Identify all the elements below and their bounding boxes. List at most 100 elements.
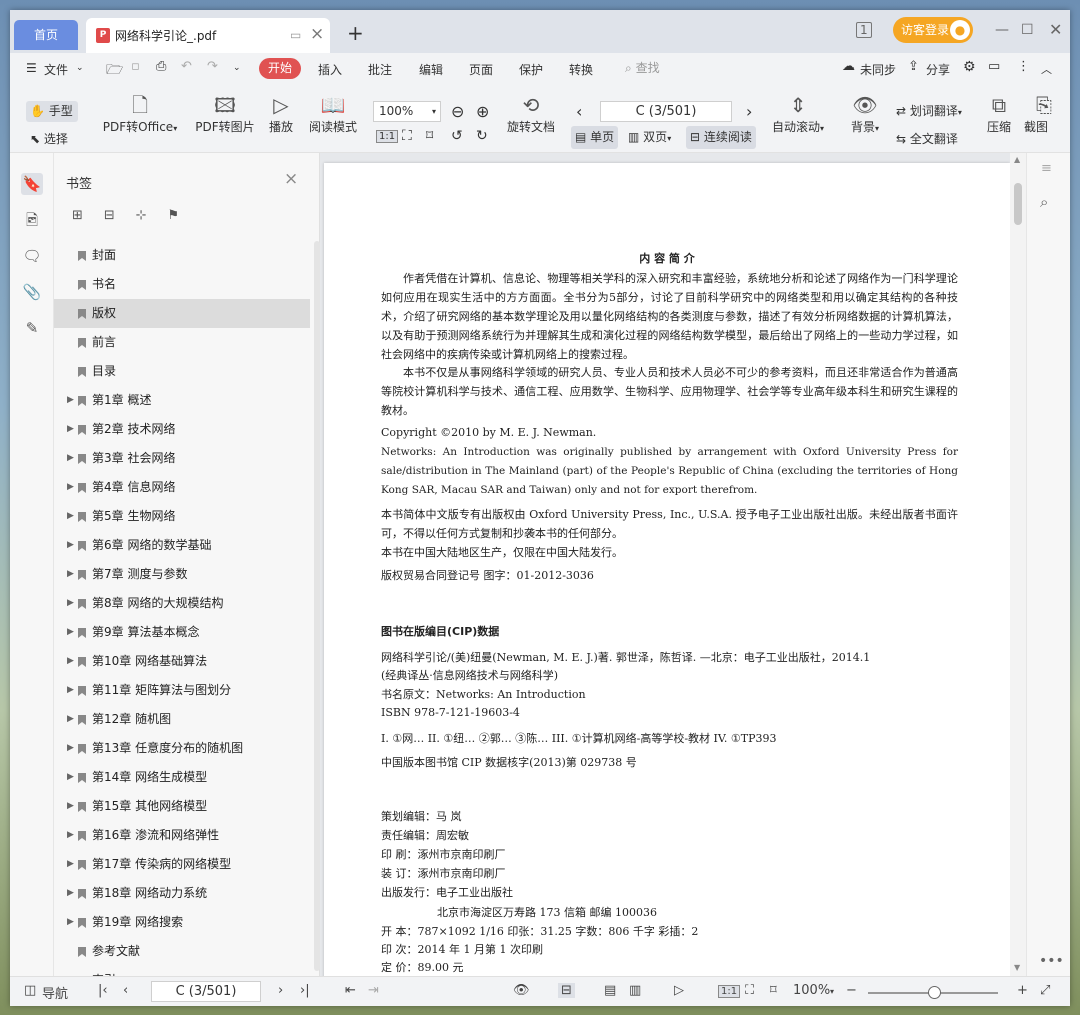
fullscreen-icon[interactable]: ⤢ [1040, 983, 1050, 998]
print-icon[interactable]: ⎙ [156, 59, 166, 74]
last-page-icon[interactable]: ›| [300, 983, 310, 998]
bookmark-item[interactable]: 目录 [54, 357, 310, 386]
expand-arrow-icon[interactable]: ▶ [67, 908, 74, 937]
expand-arrow-icon[interactable]: ▶ [67, 734, 74, 763]
expand-all-icon[interactable]: ⊞ [72, 208, 100, 223]
expand-arrow-icon[interactable]: ▶ [67, 647, 74, 676]
bookmark-item[interactable]: ▶ 第6章 网络的数学基础 [54, 531, 310, 560]
expand-arrow-icon[interactable]: ▶ [67, 415, 74, 444]
read-mode-button[interactable]: 📖 阅读模式 [306, 92, 360, 135]
zoom-in-icon[interactable]: ⊕ [476, 102, 489, 121]
play-button[interactable]: ▷ 播放 [265, 92, 297, 135]
bookmark-item[interactable]: ▶ 第19章 网络搜索 [54, 908, 310, 937]
back-icon[interactable]: ⇤ [345, 983, 356, 998]
page-number-input[interactable]: C (3/501) [600, 101, 732, 122]
hamburger-icon[interactable]: ☰ [26, 61, 37, 75]
bookmark-item[interactable]: ▶ 第5章 生物网络 [54, 502, 310, 531]
new-tab-icon[interactable]: + [347, 21, 364, 45]
bookmark-item[interactable]: ▶ 第10章 网络基础算法 [54, 647, 310, 676]
sync-status[interactable]: 未同步 [860, 61, 896, 78]
bookmark-item[interactable]: ▶ 第7章 测度与参数 [54, 560, 310, 589]
nav-icon[interactable]: ◫ [24, 983, 36, 998]
bookmark-item[interactable]: ▶ 第16章 渗流和网络弹性 [54, 821, 310, 850]
pin-icon[interactable]: ▭ [290, 28, 301, 42]
status-zoom[interactable]: 100% [793, 983, 830, 998]
expand-arrow-icon[interactable]: ▶ [67, 589, 74, 618]
zoom-slider-knob[interactable] [928, 986, 941, 999]
search-document-icon[interactable]: ⌕ [1040, 193, 1048, 211]
expand-arrow-icon[interactable]: ▶ [67, 705, 74, 734]
rotate-doc-button[interactable]: ⟲ 旋转文档 [505, 92, 557, 135]
thumbnail-icon[interactable]: 🖻 [21, 209, 43, 231]
background-button[interactable]: 👁 背景▾ [847, 92, 883, 135]
full-translate-button[interactable]: ⇆ 全文翻译 [896, 130, 958, 147]
minimize-icon[interactable]: — [995, 22, 1009, 38]
rotate-left-icon[interactable]: ↺ [451, 128, 463, 144]
collapse-ribbon-icon[interactable]: ︿ [1041, 61, 1052, 77]
bookmark-item[interactable]: ▶ 第2章 技术网络 [54, 415, 310, 444]
prev-page-status-icon[interactable]: ‹ [123, 983, 128, 998]
expand-arrow-icon[interactable]: ▶ [67, 444, 74, 473]
eye-status-icon[interactable]: 👁 [513, 983, 530, 998]
single-page-status-icon[interactable]: ▤ [604, 983, 616, 998]
prev-page-icon[interactable]: ‹ [576, 102, 582, 121]
document-view[interactable]: 内 容 简 介 作者凭借在计算机、信息论、物理等相关学科的深入研究和丰富经验，系… [320, 153, 1020, 976]
quick-access-chevron-icon[interactable]: ⌄ [233, 63, 241, 73]
actual-size-icon[interactable]: 1:1 [376, 130, 399, 143]
bookmark-item[interactable]: ▶ 第12章 随机图 [54, 705, 310, 734]
nav-label[interactable]: 导航 [42, 983, 68, 1002]
select-tool-button[interactable]: ⬉ 选择 [30, 130, 68, 147]
expand-arrow-icon[interactable]: ▶ [67, 850, 74, 879]
bookmark-item[interactable]: 版权 [54, 299, 310, 328]
zoom-select[interactable]: 100% ▾ [373, 101, 441, 122]
continuous-read-button[interactable]: ⊟ 连续阅读 [686, 126, 756, 149]
next-page-icon[interactable]: › [746, 102, 752, 121]
close-tab-icon[interactable]: × [310, 24, 324, 44]
expand-arrow-icon[interactable]: ▶ [67, 676, 74, 705]
search-box[interactable]: ⌕ 查找 [625, 59, 660, 76]
actual-size-status-icon[interactable]: 1:1 [718, 985, 741, 998]
undo-icon[interactable]: ↶ [181, 59, 192, 74]
expand-arrow-icon[interactable]: ▶ [67, 502, 74, 531]
expand-arrow-icon[interactable]: ▶ [67, 531, 74, 560]
bookmark-panel-icon[interactable]: 🔖 [21, 173, 43, 195]
scroll-thumb[interactable] [1014, 183, 1022, 225]
bookmark-item[interactable]: 参考文献 [54, 937, 310, 966]
menu-start[interactable]: 开始 [259, 58, 301, 79]
double-page-button[interactable]: ▥ 双页▾ [624, 126, 675, 149]
expand-arrow-icon[interactable]: ▶ [67, 386, 74, 415]
expand-arrow-icon[interactable]: ▶ [67, 473, 74, 502]
bookmark-item[interactable]: ▶ 第14章 网络生成模型 [54, 763, 310, 792]
zoom-out-status-icon[interactable]: − [846, 983, 857, 998]
forward-icon[interactable]: ⇥ [368, 983, 379, 998]
bookmark-item[interactable]: ▶ 第1章 概述 [54, 386, 310, 415]
menu-file[interactable]: 文件 [44, 61, 68, 78]
compress-button[interactable]: ⧉ 压缩 [984, 92, 1014, 135]
comment-panel-icon[interactable]: 🗨 [21, 245, 43, 267]
menu-annotate[interactable]: 批注 [368, 61, 392, 78]
zoom-in-status-icon[interactable]: + [1017, 983, 1028, 998]
share-button[interactable]: 分享 [926, 61, 950, 78]
fit-page-status-icon[interactable]: ⛶ [745, 983, 754, 998]
more-vertical-icon[interactable]: ⋮ [1017, 59, 1030, 74]
first-page-icon[interactable]: |‹ [98, 983, 108, 998]
bookmark-item[interactable]: ▶ 第11章 矩阵算法与图划分 [54, 676, 310, 705]
bookmark-item[interactable]: ▶ 第18章 网络动力系统 [54, 879, 310, 908]
guest-login-button[interactable]: 访客登录 ● [893, 17, 973, 43]
settings-icon[interactable]: ⚙ [963, 59, 976, 75]
expand-arrow-icon[interactable]: ▶ [67, 763, 74, 792]
bookmark-item[interactable]: 封面 [54, 241, 310, 270]
continuous-status-icon[interactable]: ⊟ [558, 983, 575, 998]
tab-document[interactable]: P 网络科学引论_.pdf ▭ × [86, 18, 330, 53]
menu-convert[interactable]: 转换 [569, 61, 593, 78]
bookmark-item[interactable]: 前言 [54, 328, 310, 357]
hand-tool-button[interactable]: ✋ 手型 [26, 101, 78, 122]
close-panel-icon[interactable]: × [284, 169, 298, 189]
bookmark-item[interactable]: 书名 [54, 270, 310, 299]
close-window-icon[interactable]: ✕ [1049, 20, 1062, 39]
collapse-all-icon[interactable]: ⊟ [104, 208, 132, 223]
scroll-down-icon[interactable]: ▼ [1014, 963, 1020, 972]
fit-page-icon[interactable]: ⛶ [402, 128, 412, 144]
open-folder-icon[interactable]: 🗁 [106, 59, 123, 83]
rotate-right-icon[interactable]: ↻ [476, 128, 488, 144]
